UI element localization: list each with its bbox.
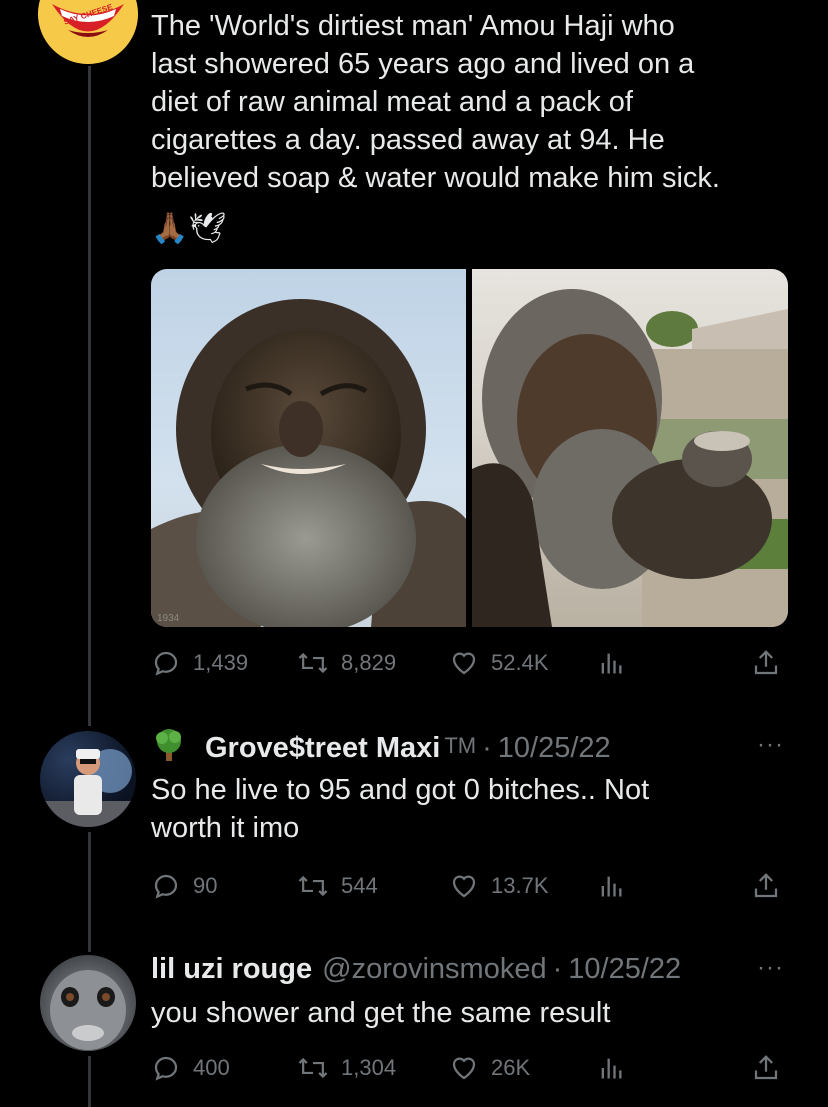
like-count: 26K [491, 1055, 531, 1080]
thread-line [88, 1056, 91, 1107]
avatar-grovestreet[interactable] [40, 731, 136, 827]
analytics-button[interactable] [597, 866, 625, 906]
reply-date[interactable]: 10/25/22 [568, 953, 681, 985]
more-options-button[interactable]: ··· [757, 731, 784, 759]
analytics-button[interactable] [597, 643, 625, 683]
tweet-media[interactable]: 1934 [151, 269, 788, 627]
share-icon [754, 1055, 778, 1080]
reply-icon [154, 1056, 178, 1081]
reply-actions: 400 1,304 26K [151, 1048, 788, 1088]
like-button[interactable]: 13.7K [449, 866, 549, 906]
retweet-count: 544 [341, 873, 378, 898]
like-icon [452, 875, 476, 898]
reply-button[interactable]: 90 [151, 866, 217, 906]
portrait-photo: 1934 [151, 299, 466, 627]
share-button[interactable] [751, 1048, 781, 1088]
retweet-count: 8,829 [341, 650, 397, 675]
separator: · [482, 732, 492, 764]
reply-actions: 90 544 13.7K [151, 866, 788, 906]
retweet-icon [298, 1057, 328, 1079]
reply-header: lil uzi rouge @zorovinsmoked · 10/25/22 [151, 950, 681, 988]
share-button[interactable] [751, 866, 781, 906]
tree-emoji-icon [156, 729, 181, 761]
display-name[interactable]: lil uzi rouge [151, 953, 312, 985]
retweet-button[interactable]: 8,829 [297, 643, 396, 683]
photo-watermark: 1934 [157, 613, 180, 624]
like-icon [452, 1057, 476, 1080]
tweet-emoji: 🙏🏾🕊 [151, 212, 227, 245]
reply-count: 1,439 [193, 650, 249, 675]
tweet-thread: SAY CHEESE The 'World's dirtiest man' Am… [0, 0, 828, 1107]
like-button[interactable]: 52.4K [449, 643, 549, 683]
smoking-photo [472, 289, 788, 627]
reply-date[interactable]: 10/25/22 [498, 732, 611, 764]
astronaut-avatar [40, 749, 136, 827]
retweet-icon [298, 652, 328, 674]
handle[interactable]: @zorovinsmoked [322, 953, 546, 985]
reply-count: 90 [193, 873, 218, 898]
like-icon [452, 652, 476, 675]
analytics-icon [601, 653, 622, 674]
reply-icon [154, 874, 178, 899]
reply-icon [154, 651, 178, 676]
photo-portrait[interactable]: 1934 [151, 269, 466, 627]
separator: · [552, 953, 563, 985]
reply-button[interactable]: 1,439 [151, 643, 248, 683]
more-options-button[interactable]: ··· [757, 954, 784, 982]
trademark-badge: TM [444, 733, 477, 758]
thread-line [88, 66, 91, 726]
analytics-icon [601, 876, 622, 897]
analytics-icon [601, 1058, 622, 1079]
like-count: 13.7K [491, 873, 549, 898]
share-icon [754, 873, 778, 898]
like-button[interactable]: 26K [449, 1048, 530, 1088]
display-name[interactable]: Grove$treet Maxi [205, 732, 440, 764]
share-icon [754, 650, 778, 675]
thread-line [88, 832, 91, 952]
reply-text: you shower and get the same result [151, 997, 611, 1029]
retweet-button[interactable]: 544 [297, 866, 378, 906]
reply-button[interactable]: 400 [151, 1048, 230, 1088]
avatar-say-cheese[interactable]: SAY CHEESE [38, 0, 138, 64]
photo-smoking[interactable] [472, 269, 788, 627]
say-cheese-logo: SAY CHEESE [38, 0, 138, 64]
share-button[interactable] [751, 643, 781, 683]
retweet-icon [298, 875, 328, 897]
analytics-button[interactable] [597, 1048, 625, 1088]
tweet-text: The 'World's dirtiest man' Amou Haji who… [151, 10, 720, 194]
face-avatar [50, 970, 126, 1050]
reply-text: So he live to 95 and got 0 bitches.. Not… [151, 774, 650, 844]
tweet-actions: 1,439 8,829 52.4K [151, 643, 788, 683]
reply-count: 400 [193, 1055, 230, 1080]
retweet-button[interactable]: 1,304 [297, 1048, 396, 1088]
avatar-lil-uzi-rouge[interactable] [40, 955, 136, 1051]
like-count: 52.4K [491, 650, 549, 675]
reply-header: Grove$treet Maxi TM · 10/25/22 [151, 727, 611, 767]
retweet-count: 1,304 [341, 1055, 397, 1080]
